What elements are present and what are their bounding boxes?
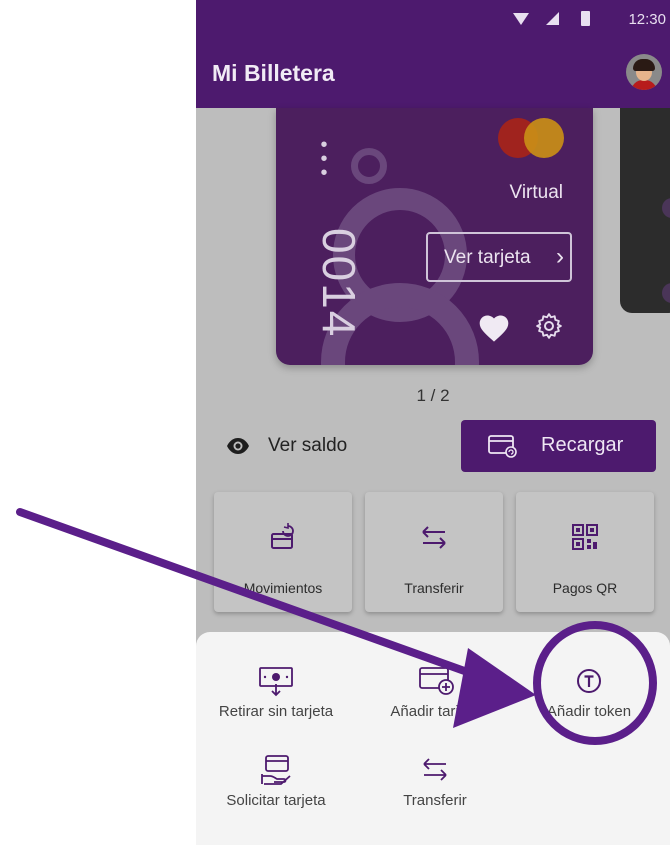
battery-icon <box>581 11 590 26</box>
sheet-item-solicitar-tarjeta[interactable]: Solicitar tarjeta <box>201 754 351 809</box>
secondary-card[interactable] <box>620 108 670 313</box>
sheet-item-label: Añadir token <box>546 703 632 720</box>
quick-action-label: Transferir <box>404 580 464 596</box>
sheet-item-label: Transferir <box>403 792 467 809</box>
view-card-label: Ver tarjeta <box>444 247 531 268</box>
signal-icon <box>546 12 559 25</box>
heart-icon[interactable] <box>476 313 512 343</box>
qr-code-icon <box>572 524 598 550</box>
card-number: 0014 <box>313 228 365 339</box>
sheet-item-label: Añadir tarjeta <box>390 703 480 720</box>
eye-icon <box>227 438 249 454</box>
sheet-item-transferir[interactable]: Transferir <box>360 754 510 809</box>
bottom-sheet: Retirar sin tarjeta Añadir tarjeta Añadi… <box>196 632 670 845</box>
card-decoration <box>662 198 670 218</box>
avatar-hair <box>633 59 655 71</box>
mastercard-right-circle <box>524 118 564 158</box>
chevron-right-icon: › <box>556 243 564 270</box>
swap-arrows-icon <box>422 526 446 549</box>
quick-action-label: Pagos QR <box>552 580 618 596</box>
swap-arrows-icon <box>423 758 447 781</box>
sheet-item-anadir-token[interactable]: Añadir token <box>514 665 664 720</box>
mastercard-logo <box>498 118 564 158</box>
sheet-item-retirar-sin-tarjeta[interactable]: Retirar sin tarjeta <box>201 665 351 720</box>
token-icon <box>577 669 601 693</box>
show-balance-label: Ver saldo <box>268 435 348 456</box>
request-card-icon <box>261 755 291 785</box>
virtual-card[interactable]: • • • 0014 Virtual Ver tarjeta › <box>276 108 593 365</box>
card-recharge-icon <box>488 435 517 458</box>
card-type-label: Virtual <box>509 182 563 203</box>
wallet-refresh-icon <box>271 523 294 549</box>
add-card-icon <box>419 667 454 695</box>
recharge-label: Recargar <box>541 434 624 456</box>
card-pager: 1 / 2 <box>416 386 450 405</box>
page-title: Mi Billetera <box>212 60 335 86</box>
sheet-item-label: Retirar sin tarjeta <box>218 703 334 720</box>
phone-screen: 12:30 Mi Billetera • • • 0014 Virtual Ver … <box>196 0 670 845</box>
app-bar: Mi Billetera <box>196 40 670 108</box>
sheet-item-label: Solicitar tarjeta <box>226 792 326 809</box>
card-decoration <box>662 283 670 303</box>
sheet-item-anadir-tarjeta[interactable]: Añadir tarjeta <box>360 665 510 720</box>
wifi-icon <box>513 13 529 25</box>
card-masked-dots: • • • <box>320 134 328 184</box>
quick-action-movimientos[interactable]: Movimientos <box>214 492 352 612</box>
recharge-button[interactable]: Recargar <box>461 420 656 472</box>
view-card-button[interactable]: Ver tarjeta › <box>426 232 572 282</box>
quick-action-pagos-qr[interactable]: Pagos QR <box>516 492 654 612</box>
quick-action-label: Movimientos <box>243 580 323 596</box>
card-decoration <box>351 148 387 184</box>
gear-icon[interactable] <box>534 311 564 341</box>
avatar-shirt <box>631 80 657 90</box>
status-bar: 12:30 <box>196 0 670 40</box>
avatar[interactable] <box>626 54 662 90</box>
status-time: 12:30 <box>628 11 666 28</box>
cash-withdraw-icon <box>259 667 293 697</box>
quick-action-transferir[interactable]: Transferir <box>365 492 503 612</box>
